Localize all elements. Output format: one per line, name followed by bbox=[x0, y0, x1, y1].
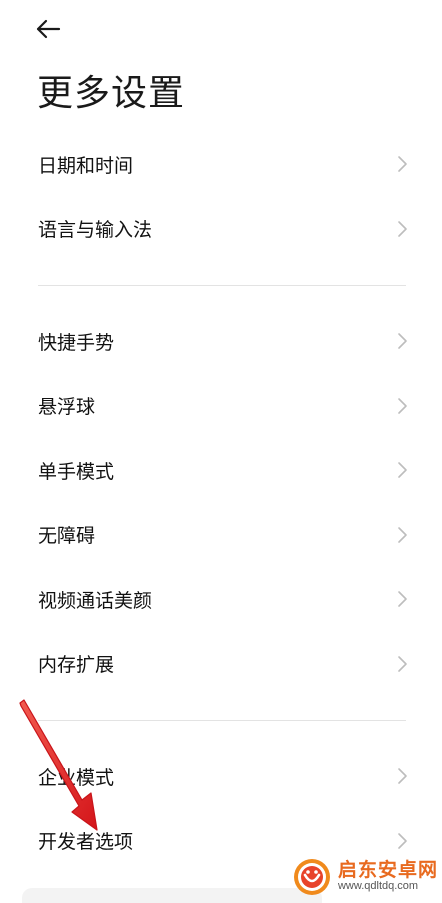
chevron-right-icon bbox=[398, 462, 407, 479]
chevron-right-icon bbox=[398, 526, 407, 543]
divider bbox=[0, 261, 442, 309]
back-button[interactable] bbox=[30, 12, 66, 46]
watermark-name: 启东安卓网 bbox=[337, 859, 438, 882]
settings-item-label: 语言与输入法 bbox=[38, 219, 153, 242]
chevron-right-icon bbox=[398, 832, 407, 849]
watermark: 启东安卓网 www.qdltdq.com bbox=[292, 857, 438, 897]
settings-item-language-input[interactable]: 语言与输入法 bbox=[0, 197, 442, 262]
settings-item-label: 企业模式 bbox=[38, 766, 115, 789]
page-title: 更多设置 bbox=[37, 73, 186, 114]
settings-item-one-hand-mode[interactable]: 单手模式 bbox=[0, 438, 442, 503]
divider bbox=[0, 696, 442, 744]
settings-item-label: 无障碍 bbox=[38, 525, 96, 548]
more-settings-screen: 更多设置 日期和时间 语言与输入法 快捷手势 悬浮球 单手模式 无障碍 视频通话… bbox=[0, 0, 442, 903]
settings-item-label: 悬浮球 bbox=[38, 396, 96, 419]
settings-item-label: 开发者选项 bbox=[38, 831, 134, 854]
settings-item-memory-extension[interactable]: 内存扩展 bbox=[0, 632, 442, 697]
settings-item-label: 快捷手势 bbox=[38, 331, 115, 354]
chevron-right-icon bbox=[398, 655, 407, 672]
settings-item-label: 单手模式 bbox=[38, 460, 115, 483]
settings-item-video-call-beauty[interactable]: 视频通话美颜 bbox=[0, 567, 442, 632]
settings-item-label: 视频通话美颜 bbox=[38, 589, 153, 612]
settings-item-label: 内存扩展 bbox=[38, 654, 115, 677]
settings-item-label: 日期和时间 bbox=[38, 154, 134, 177]
chevron-right-icon bbox=[398, 397, 407, 414]
chevron-right-icon bbox=[398, 333, 407, 350]
settings-item-accessibility[interactable]: 无障碍 bbox=[0, 503, 442, 568]
chevron-right-icon bbox=[398, 220, 407, 237]
chevron-right-icon bbox=[398, 156, 407, 173]
watermark-url: www.qdltdq.com bbox=[337, 880, 419, 893]
watermark-logo-icon bbox=[293, 859, 330, 895]
chevron-right-icon bbox=[398, 768, 407, 785]
arrow-left-icon bbox=[36, 19, 61, 39]
chevron-right-icon bbox=[398, 591, 407, 608]
settings-item-enterprise-mode[interactable]: 企业模式 bbox=[0, 744, 442, 809]
next-section-card bbox=[22, 888, 322, 903]
settings-item-date-time[interactable]: 日期和时间 bbox=[0, 132, 442, 197]
settings-item-floating-ball[interactable]: 悬浮球 bbox=[0, 374, 442, 439]
settings-list: 日期和时间 语言与输入法 快捷手势 悬浮球 单手模式 无障碍 视频通话美颜 内存… bbox=[0, 132, 442, 873]
settings-item-quick-gestures[interactable]: 快捷手势 bbox=[0, 309, 442, 374]
